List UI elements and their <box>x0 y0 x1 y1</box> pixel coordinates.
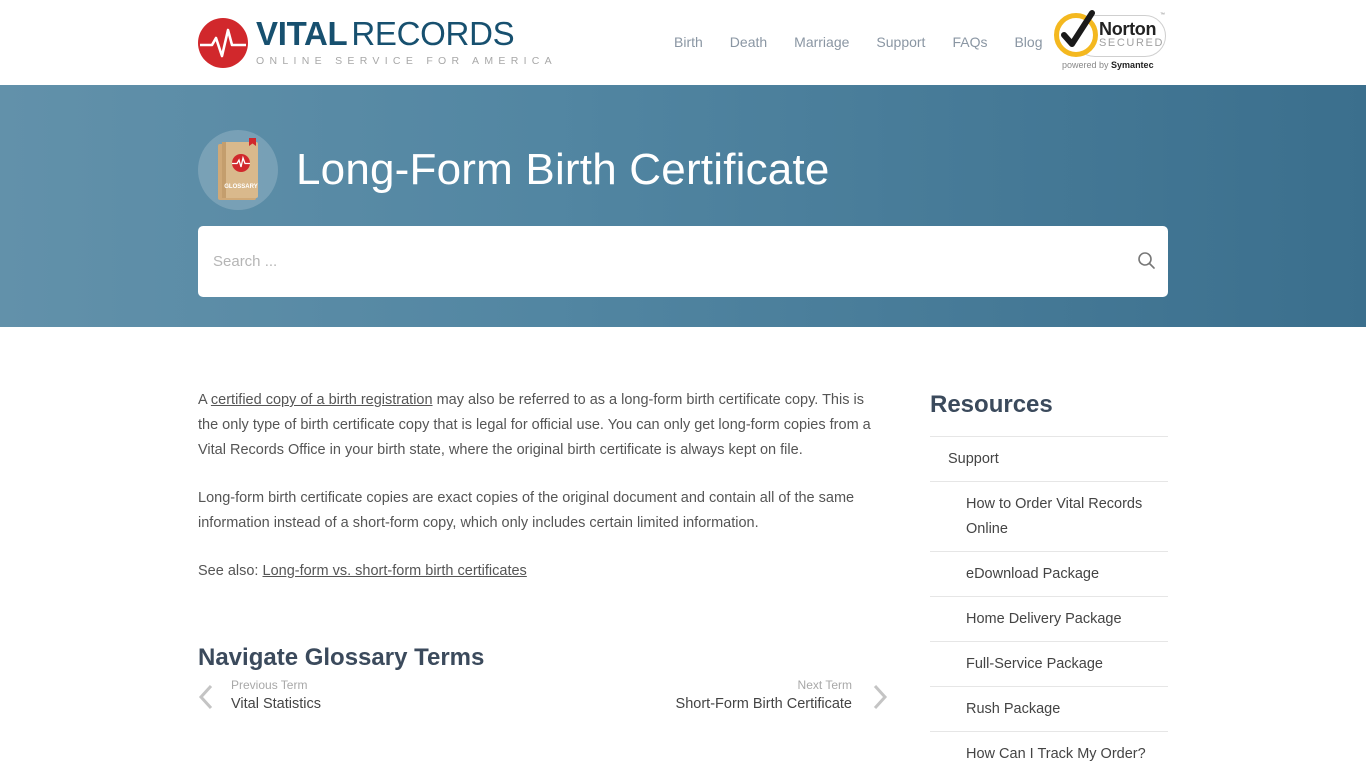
paragraph-1: A certified copy of a birth registration… <box>198 388 888 463</box>
logo-title-bold: VITAL <box>256 15 348 52</box>
symantec-text: Symantec <box>1111 60 1154 70</box>
sidebar-item-edownload[interactable]: eDownload Package <box>930 551 1168 596</box>
long-vs-short-link[interactable]: Long-form vs. short-form birth certifica… <box>263 563 527 579</box>
powered-by-text: powered by <box>1062 60 1109 70</box>
sidebar-item-home-delivery[interactable]: Home Delivery Package <box>930 596 1168 641</box>
resources-list: Support How to Order Vital Records Onlin… <box>930 436 1168 768</box>
norton-trademark: ™ <box>1160 12 1165 18</box>
next-term-label: Next Term <box>797 678 852 692</box>
main-nav: Birth Death Marriage Support FAQs Blog <box>674 34 1070 50</box>
paragraph-2: Long-form birth certificate copies are e… <box>198 490 855 531</box>
chevron-left-icon <box>198 684 213 710</box>
next-term-name: Short-Form Birth Certificate <box>675 696 852 712</box>
nav-support[interactable]: Support <box>876 34 925 50</box>
heartbeat-logo-icon <box>198 18 248 68</box>
norton-secured-text: SECURED <box>1099 37 1164 49</box>
p1-prefix: A <box>198 392 211 408</box>
chevron-right-icon <box>873 684 888 710</box>
next-term-link[interactable]: Next Term Short-Form Birth Certificate <box>640 676 888 720</box>
glossary-nav-title: Navigate Glossary Terms <box>198 644 485 671</box>
nav-marriage[interactable]: Marriage <box>794 34 849 50</box>
sidebar-title: Resources <box>930 391 1053 418</box>
search-input[interactable] <box>213 226 1113 297</box>
search-form <box>198 226 1168 297</box>
nav-faqs[interactable]: FAQs <box>952 34 987 50</box>
logo-title-light: RECORDS <box>351 15 515 52</box>
sidebar-item-rush[interactable]: Rush Package <box>930 686 1168 731</box>
logo-tagline: ONLINE SERVICE FOR AMERICA <box>256 55 557 67</box>
previous-term-name: Vital Statistics <box>231 696 321 712</box>
page-title: Long-Form Birth Certificate <box>296 145 830 194</box>
previous-term-label: Previous Term <box>231 678 308 692</box>
sidebar-item-track-order[interactable]: How Can I Track My Order? <box>930 731 1168 768</box>
article-content: A certified copy of a birth registration… <box>198 388 888 607</box>
resources-sidebar: Resources Support How to Order Vital Rec… <box>930 388 1168 768</box>
glossary-label: GLOSSARY <box>224 184 257 190</box>
nav-blog[interactable]: Blog <box>1014 34 1042 50</box>
logo-title: VITAL RECORDS <box>256 15 557 52</box>
previous-term-link[interactable]: Previous Term Vital Statistics <box>198 676 398 720</box>
norton-powered-by: powered by Symantec <box>1062 60 1154 70</box>
nav-death[interactable]: Death <box>730 34 767 50</box>
sidebar-item-how-to-order[interactable]: How to Order Vital Records Online <box>930 481 1168 551</box>
site-logo[interactable]: VITAL RECORDS ONLINE SERVICE FOR AMERICA <box>198 15 557 68</box>
page-hero: GLOSSARY Long-Form Birth Certificate <box>0 85 1366 327</box>
site-header: VITAL RECORDS ONLINE SERVICE FOR AMERICA … <box>0 0 1366 85</box>
glossary-book-icon: GLOSSARY <box>198 130 278 210</box>
paragraph-3: See also: Long-form vs. short-form birth… <box>198 559 888 584</box>
sidebar-item-full-service[interactable]: Full-Service Package <box>930 641 1168 686</box>
nav-birth[interactable]: Birth <box>674 34 703 50</box>
norton-secured-badge[interactable]: Norton SECURED ™ powered by Symantec <box>1054 9 1169 73</box>
sidebar-item-support[interactable]: Support <box>930 436 1168 481</box>
checkmark-icon <box>1061 10 1095 47</box>
see-also-label: See also: <box>198 563 263 579</box>
certified-copy-link[interactable]: certified copy of a birth registration <box>211 392 433 408</box>
search-icon[interactable] <box>1136 250 1158 272</box>
